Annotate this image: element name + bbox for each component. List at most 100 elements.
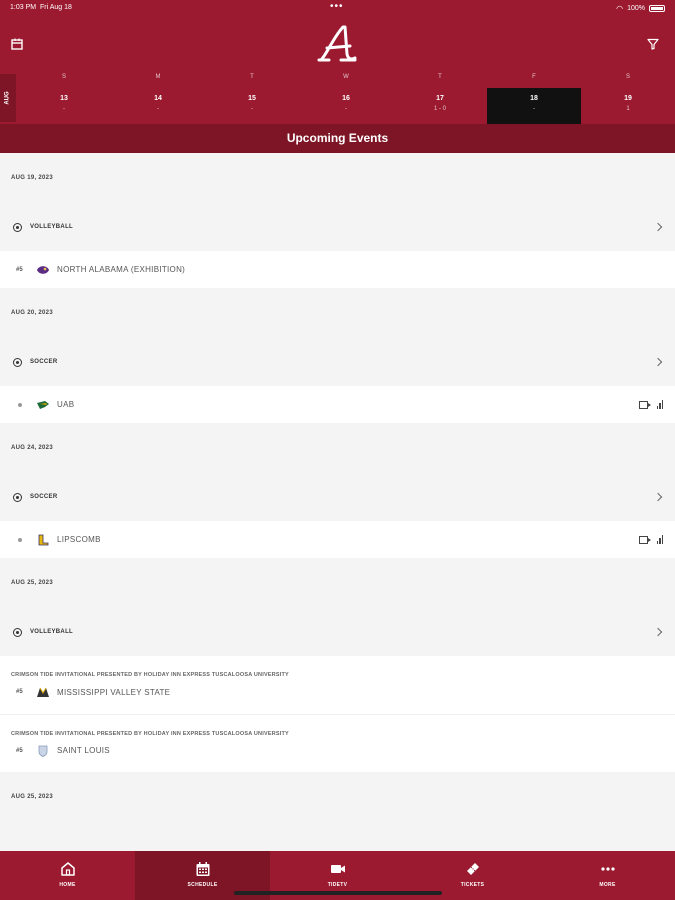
wifi-icon: ◠: [616, 4, 624, 13]
day-result: -: [63, 106, 65, 112]
unranked-dot: [16, 402, 36, 407]
more-icon: [600, 867, 615, 871]
sport-label: VOLLEYBALL: [30, 224, 73, 230]
unranked-dot: [16, 537, 36, 542]
ticket-icon: [466, 863, 479, 875]
media-links: [638, 400, 663, 409]
tab-label: MORE: [599, 882, 616, 888]
sport-header-row[interactable]: SOCCER: [0, 473, 675, 521]
event-date: AUG 25, 2023: [11, 580, 53, 586]
uab-logo-icon: [37, 400, 49, 409]
tab-label: SCHEDULE: [187, 882, 218, 888]
events-list[interactable]: AUG 19, 2023 VOLLEYBALL #5 NORTH ALABAMA…: [0, 153, 675, 851]
calendar-toggle-icon[interactable]: [11, 38, 23, 50]
day-result: 1: [626, 106, 630, 112]
event-date: AUG 19, 2023: [11, 175, 53, 181]
game-row[interactable]: CRIMSON TIDE INVITATIONAL PRESENTED BY H…: [0, 656, 675, 714]
upcoming-events-title: Upcoming Events: [0, 124, 675, 153]
filter-icon[interactable]: [647, 38, 659, 50]
weekday-label: S: [625, 74, 630, 80]
saint-louis-logo-icon: [38, 745, 48, 757]
weekday-label: T: [438, 74, 442, 80]
video-camera-icon[interactable]: [638, 535, 651, 544]
team-rank: #5: [16, 689, 23, 695]
day-number: 16: [342, 95, 350, 102]
media-links: [638, 535, 663, 544]
sport-label: VOLLEYBALL: [30, 629, 73, 635]
audio-bars-icon[interactable]: [656, 535, 663, 544]
game-row[interactable]: LIPSCOMB: [0, 521, 675, 558]
volleyball-icon: [13, 222, 22, 232]
team-rank: #5: [16, 747, 23, 754]
audio-bars-icon[interactable]: [656, 400, 663, 409]
day-cell[interactable]: 16 -: [299, 88, 393, 124]
day-cell[interactable]: 19 1: [581, 88, 675, 124]
day-number: 15: [248, 95, 256, 102]
sport-label: SOCCER: [30, 494, 58, 500]
calendar-icon: [196, 862, 209, 876]
sport-header-row[interactable]: VOLLEYBALL: [0, 608, 675, 656]
battery-icon: [649, 5, 665, 12]
tournament-name: CRIMSON TIDE INVITATIONAL PRESENTED BY H…: [11, 730, 289, 737]
weekday-label: F: [532, 74, 536, 80]
chevron-right-icon: [653, 222, 663, 232]
weekday-label: S: [61, 74, 66, 80]
weekday-label: T: [250, 74, 254, 80]
status-right: ◠ 100%: [616, 4, 665, 13]
video-camera-icon[interactable]: [638, 400, 651, 409]
event-date: AUG 24, 2023: [11, 445, 53, 451]
tab-home[interactable]: HOME: [0, 851, 135, 900]
day-cell[interactable]: 13 -: [17, 88, 111, 124]
opponent-name: UAB: [57, 400, 75, 409]
tournament-name: CRIMSON TIDE INVITATIONAL PRESENTED BY H…: [11, 672, 289, 678]
opponent-name: NORTH ALABAMA (EXHIBITION): [57, 265, 186, 274]
day-result: -: [251, 106, 253, 112]
status-time: 1:03 PM Fri Aug 18: [10, 4, 72, 11]
day-number: 14: [154, 95, 162, 102]
day-cell[interactable]: 17 1 - 0: [393, 88, 487, 124]
day-result: -: [345, 106, 347, 112]
lipscomb-logo-icon: [38, 534, 49, 545]
video-icon: [330, 865, 345, 873]
tab-more[interactable]: MORE: [540, 851, 675, 900]
soccer-ball-icon: [13, 492, 22, 502]
home-icon: [60, 862, 75, 876]
weekday-header: S M T W T F S: [17, 74, 675, 84]
event-date: AUG 20, 2023: [11, 310, 53, 316]
event-date: AUG 25, 2023: [11, 794, 53, 800]
game-row[interactable]: CRIMSON TIDE INVITATIONAL PRESENTED BY H…: [0, 714, 675, 772]
opponent-name: SAINT LOUIS: [57, 746, 110, 755]
volleyball-icon: [13, 627, 22, 637]
day-cell[interactable]: 15 -: [205, 88, 299, 124]
alabama-script-a-logo: [317, 25, 357, 62]
status-bar: 1:03 PM Fri Aug 18 ••• ◠ 100%: [0, 0, 675, 16]
week-day-strip: 13 - 14 - 15 - 16 - 17 1 - 0 18 - 19 1: [17, 88, 675, 124]
tab-label: TIDETV: [327, 882, 348, 888]
sport-label: SOCCER: [30, 359, 58, 365]
day-result: -: [533, 106, 535, 112]
day-number: 19: [624, 95, 632, 102]
tab-label: TICKETS: [460, 882, 485, 888]
opponent-name: LIPSCOMB: [57, 535, 101, 544]
soccer-ball-icon: [13, 357, 22, 367]
game-row[interactable]: #5 NORTH ALABAMA (EXHIBITION): [0, 251, 675, 288]
mississippi-valley-state-logo-icon: [37, 687, 49, 697]
multitask-dots[interactable]: •••: [330, 1, 344, 12]
day-number: 13: [60, 95, 68, 102]
battery-percent: 100%: [627, 5, 645, 12]
day-result: -: [157, 106, 159, 112]
day-cell[interactable]: 14 -: [111, 88, 205, 124]
opponent-name: MISSISSIPPI VALLEY STATE: [57, 687, 171, 697]
sport-header-row[interactable]: VOLLEYBALL: [0, 203, 675, 251]
tab-label: HOME: [59, 882, 76, 888]
team-rank: #5: [16, 266, 23, 273]
day-cell-selected[interactable]: 18 -: [487, 88, 581, 124]
month-tab[interactable]: AUG: [0, 74, 16, 122]
sport-header-row[interactable]: SOCCER: [0, 338, 675, 386]
game-row[interactable]: UAB: [0, 386, 675, 423]
weekday-label: W: [343, 74, 349, 80]
day-result: 1 - 0: [433, 106, 446, 112]
chevron-right-icon: [653, 357, 663, 367]
home-indicator[interactable]: [234, 891, 442, 895]
app-header: 1:03 PM Fri Aug 18 ••• ◠ 100% AUG S M T …: [0, 0, 675, 153]
